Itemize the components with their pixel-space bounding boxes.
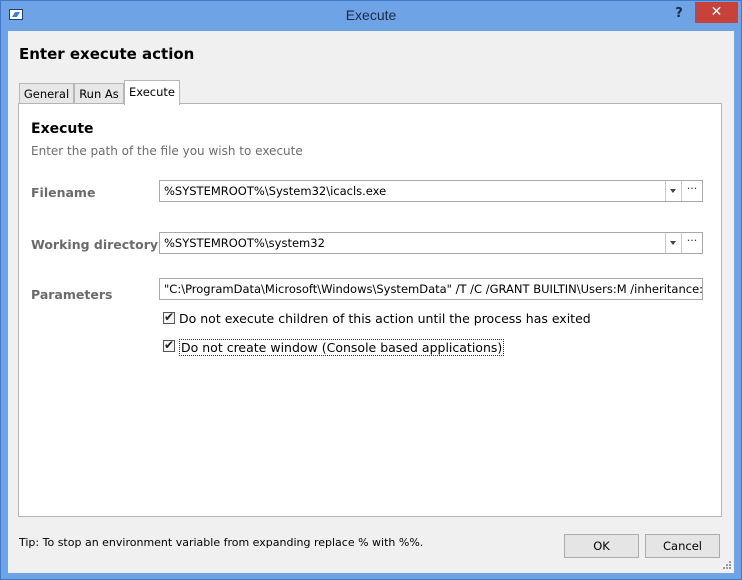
wait-for-exit-label[interactable]: Do not execute children of this action u… [179, 311, 591, 326]
working-directory-value[interactable]: %SYSTEMROOT%\system32 [164, 236, 325, 250]
filename-label: Filename [31, 185, 96, 200]
close-button[interactable]: ✕ [695, 2, 738, 23]
dialog-heading: Enter execute action [19, 45, 195, 63]
working-directory-dropdown-button[interactable] [665, 233, 681, 253]
filename-value[interactable]: %SYSTEMROOT%\System32\icacls.exe [164, 184, 386, 198]
parameters-label: Parameters [31, 287, 113, 302]
dialog-client: Enter execute action General Run As Exec… [8, 31, 734, 573]
working-directory-label: Working directory [31, 237, 159, 252]
parameters-input[interactable]: "C:\ProgramData\Microsoft\Windows\System… [159, 278, 703, 300]
checkmark-icon: ✔ [164, 310, 175, 324]
chevron-down-icon [670, 241, 676, 245]
section-title: Execute [31, 121, 94, 137]
window-title: Execute [345, 7, 397, 23]
tab-general[interactable]: General [19, 83, 74, 104]
working-directory-combobox[interactable]: %SYSTEMROOT%\system32 ··· [159, 232, 703, 254]
filename-dropdown-button[interactable] [665, 181, 681, 201]
title-bar[interactable]: Execute ? ✕ [1, 1, 741, 31]
tip-text: Tip: To stop an environment variable fro… [19, 536, 424, 549]
cancel-button[interactable]: Cancel [645, 534, 720, 558]
section-subtitle: Enter the path of the file you wish to e… [31, 144, 303, 158]
tab-run-as[interactable]: Run As [74, 83, 124, 104]
chevron-down-icon [670, 189, 676, 193]
working-directory-browse-button[interactable]: ··· [681, 233, 702, 253]
no-window-checkbox[interactable]: ✔ [163, 338, 175, 352]
checkmark-icon: ✔ [164, 338, 175, 352]
tab-execute[interactable]: Execute [124, 80, 180, 105]
help-button[interactable]: ? [669, 4, 689, 24]
ok-button[interactable]: OK [564, 534, 639, 558]
filename-browse-button[interactable]: ··· [681, 181, 702, 201]
dialog-window: Execute ? ✕ Enter execute action General… [0, 0, 742, 580]
parameters-value[interactable]: "C:\ProgramData\Microsoft\Windows\System… [164, 282, 702, 296]
no-window-label[interactable]: Do not create window (Console based appl… [179, 339, 505, 356]
filename-combobox[interactable]: %SYSTEMROOT%\System32\icacls.exe ··· [159, 180, 703, 202]
resize-grip-icon[interactable] [721, 559, 731, 569]
tab-panel-execute: Execute Enter the path of the file you w… [18, 103, 722, 517]
wait-for-exit-checkbox[interactable]: ✔ [163, 310, 175, 324]
